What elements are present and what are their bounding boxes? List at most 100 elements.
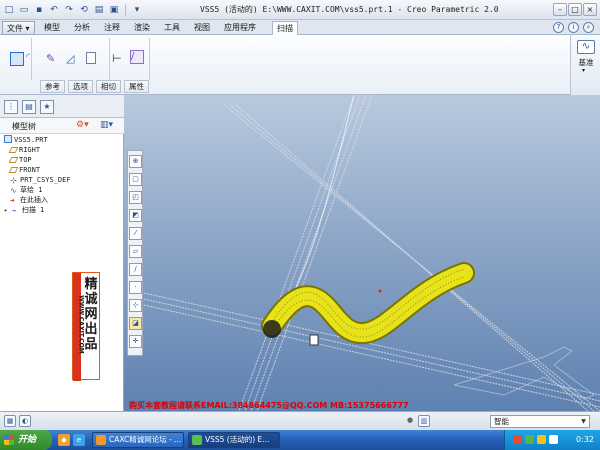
customize-dropdown-icon[interactable]: ▾ (131, 4, 143, 16)
tree-item-front[interactable]: FRONT (8, 165, 40, 175)
title-bar: □ ▭ ▪ ↶ ↷ ⟲ ▤ ▣ ▾ VSS5 (活动的) E:\WWW.CAXI… (0, 0, 600, 20)
remove-material-button[interactable]: ◿ (66, 52, 80, 66)
model-tree-tab-icon[interactable]: ⋮ (4, 100, 18, 114)
tab-model[interactable]: 模型 (40, 21, 64, 35)
regenerate-icon[interactable]: ⟲ (78, 4, 90, 16)
folder-browser-tab-icon[interactable]: ▤ (22, 100, 36, 114)
favorites-tab-icon[interactable]: ★ (40, 100, 54, 114)
graphics-viewport[interactable] (124, 95, 600, 411)
ribbon: ◜ ✎ ◿ ⊢ ∕ 参考 选项 相切 属性 ∿ 基准 ▾ (0, 35, 600, 95)
settings-icon[interactable]: ⚙▾ (76, 120, 89, 130)
saved-views-icon[interactable]: ◰ (129, 191, 142, 204)
csys-icon: ⊹ (10, 176, 17, 185)
tab-applications[interactable]: 应用程序 (220, 21, 260, 35)
axis-display-icon[interactable]: ∕ (129, 263, 142, 276)
tab-analysis[interactable]: 分析 (70, 21, 94, 35)
tree-item-insert-here[interactable]: ➔ 在此插入 (10, 195, 48, 205)
minimize-button[interactable]: – (553, 3, 567, 16)
navigator-toggle-icon[interactable]: ▦ (4, 415, 16, 427)
datum-group[interactable]: ∿ 基准 ▾ (570, 35, 600, 95)
datum-display-icon[interactable]: ⁄ (129, 227, 142, 240)
tree-item-sketch[interactable]: ∿ 草绘 1 (10, 185, 42, 195)
status-bar: ▦ ◐ ● ▥ 智能 ▼ (0, 411, 600, 430)
file-menu[interactable]: 文件 ▾ (2, 21, 35, 35)
help-icons: ? i ⌕ (553, 22, 594, 33)
subtab-references[interactable]: 参考 (40, 80, 65, 93)
info-icon[interactable]: i (568, 22, 579, 33)
creo-icon (192, 435, 202, 445)
datum-label: 基准 (578, 58, 594, 67)
taskbar-task-browser[interactable]: CAXC精诚网论坛 - ... (92, 432, 184, 448)
system-tray: 0:32 (504, 430, 600, 450)
maximize-button[interactable]: □ (568, 3, 582, 16)
point-display-icon[interactable]: · (129, 281, 142, 294)
window-icon[interactable]: ▤ (93, 4, 105, 16)
close-button[interactable]: × (583, 3, 597, 16)
tree-item-part[interactable]: VSS5.PRT (4, 135, 48, 145)
tab-annotate[interactable]: 注释 (100, 21, 124, 35)
save-icon[interactable]: ▪ (33, 4, 45, 16)
subtab-properties[interactable]: 属性 (124, 80, 149, 93)
browser-toggle-icon[interactable]: ◐ (19, 415, 31, 427)
zoom-in-icon[interactable]: ⊕ (129, 155, 142, 168)
start-label: 开始 (18, 435, 37, 445)
constant-section-button[interactable]: ⊢ (112, 52, 126, 66)
tab-sweep[interactable]: 扫描 (272, 21, 298, 35)
csys-display-icon[interactable]: ⊹ (129, 299, 142, 312)
search-icon[interactable]: ⌕ (583, 22, 594, 33)
tree-item-top[interactable]: TOP (8, 155, 32, 165)
surface-sweep-button[interactable]: ◜ (26, 52, 40, 66)
view-toolbar: ⊕ ▢ ◰ ◩ ⁄ ▱ ∕ · ⊹ ◪ ✛ (127, 150, 143, 356)
tray-icon[interactable] (525, 435, 534, 444)
tree-item-label: 在此插入 (20, 196, 48, 204)
watermark-chinese: 精诚网出品 (84, 277, 98, 352)
tree-item-csys[interactable]: ⊹ PRT_CSYS_DEF (10, 175, 71, 185)
show-options-icon[interactable]: ▥▾ (100, 120, 113, 130)
task-label: CAXC精诚网论坛 - ... (109, 435, 182, 444)
find-icon[interactable]: ▥ (418, 415, 430, 427)
variable-section-button[interactable]: ∕ (130, 50, 144, 64)
volume-icon[interactable] (549, 435, 558, 444)
tab-view[interactable]: 视图 (190, 21, 214, 35)
solid-sweep-button[interactable] (10, 52, 24, 66)
close-window-icon[interactable]: ▣ (108, 4, 120, 16)
tree-item-label: PRT_CSYS_DEF (20, 176, 71, 184)
annotation-display-icon[interactable]: ◪ (129, 317, 142, 330)
dimension-handle[interactable] (309, 334, 319, 346)
thicken-button[interactable] (86, 52, 96, 64)
expand-arrow-icon[interactable]: ▸ (4, 207, 8, 214)
part-icon (4, 135, 12, 143)
sweep-start-section (263, 320, 281, 338)
ribbon-group-options: ✎ ◿ (40, 38, 110, 80)
subtab-options[interactable]: 选项 (68, 80, 93, 93)
spin-center-icon[interactable]: ✛ (129, 335, 142, 348)
tray-icon[interactable] (537, 435, 546, 444)
subtab-tangency[interactable]: 相切 (96, 80, 121, 93)
sketch-edit-button[interactable]: ✎ (46, 52, 60, 66)
quick-access-toolbar: □ ▭ ▪ ↶ ↷ ⟲ ▤ ▣ ▾ (0, 3, 143, 16)
taskbar-task-creo[interactable]: VSS5 (活动的) E... (188, 432, 280, 448)
open-file-icon[interactable]: ▭ (18, 4, 30, 16)
quicklaunch-icon[interactable]: e (73, 434, 85, 446)
tree-item-right[interactable]: RIGHT (8, 145, 41, 155)
plane-display-icon[interactable]: ▱ (129, 245, 142, 258)
new-file-icon[interactable]: □ (3, 4, 15, 16)
datum-planes (143, 95, 600, 411)
quicklaunch-icon[interactable]: ◆ (58, 434, 70, 446)
redo-icon[interactable]: ↷ (63, 4, 75, 16)
tray-icon[interactable] (513, 435, 522, 444)
datum-point (378, 289, 382, 293)
datum-plane-icon (8, 157, 19, 163)
selection-filter-value: 智能 (494, 417, 509, 426)
tab-tools[interactable]: 工具 (160, 21, 184, 35)
undo-icon[interactable]: ↶ (48, 4, 60, 16)
selection-filter-select[interactable]: 智能 ▼ (490, 415, 590, 428)
tree-item-sweep[interactable]: ▸ ⌁ 扫描 1 (4, 205, 44, 215)
help-icon[interactable]: ? (553, 22, 564, 33)
tree-item-label: RIGHT (19, 146, 41, 154)
refit-icon[interactable]: ▢ (129, 173, 142, 186)
start-button[interactable]: 开始 (0, 430, 52, 450)
browser-icon (96, 435, 106, 445)
tab-render[interactable]: 渲染 (130, 21, 154, 35)
display-style-icon[interactable]: ◩ (129, 209, 142, 222)
